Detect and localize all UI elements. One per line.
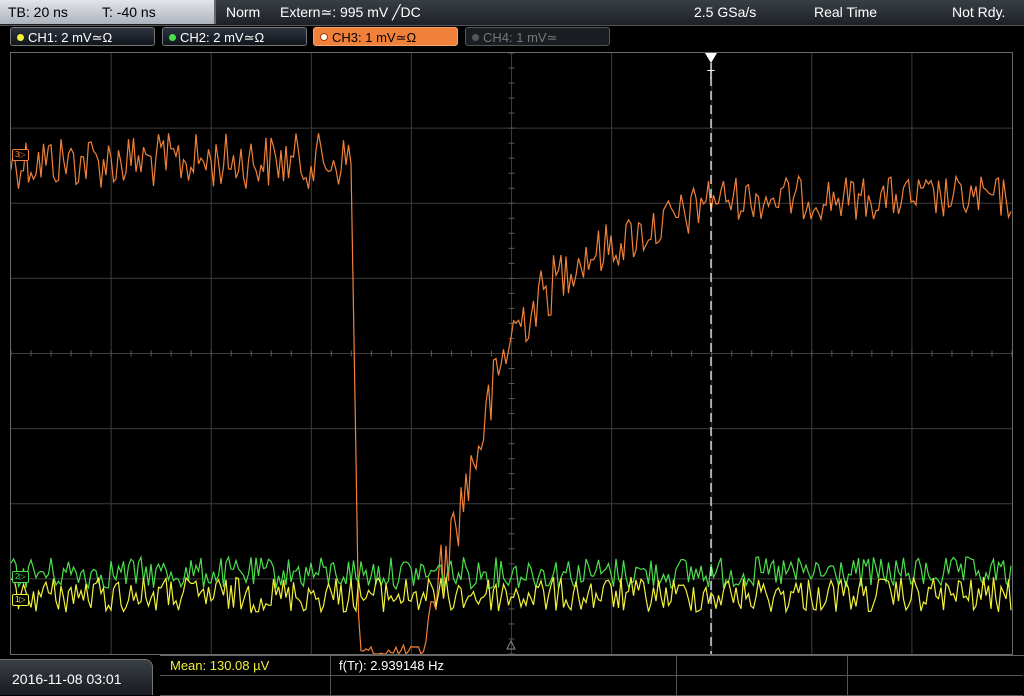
bottom-bar: 2016-11-08 03:01 Mean: 130.08 µV f(Tr): … [0, 655, 1024, 696]
ch1-color-dot-icon [17, 34, 24, 41]
ch1-ref-marker[interactable]: 1▷ [12, 594, 29, 606]
trigger-marker-label: T [707, 67, 715, 82]
channel-tab-ch2[interactable]: CH2: 2 mV≃Ω [162, 27, 307, 46]
acquisition-state: Not Rdy. [952, 4, 1006, 20]
waveform-display[interactable]: T 3▷ 2▷ 1▷ [10, 52, 1013, 655]
ch2-label: CH2: 2 mV≃Ω [180, 30, 265, 45]
acquisition-mode[interactable]: Real Time [814, 0, 877, 24]
timebase-box[interactable]: TB: 20 ns T: -40 ns [0, 0, 216, 24]
measurement-cell-1[interactable]: Mean: 130.08 µV [160, 656, 331, 676]
channel-tab-ch3[interactable]: CH3: 1 mV≃Ω [313, 27, 458, 46]
waveform-svg: T [11, 53, 1012, 654]
ch2-color-dot-icon [169, 34, 176, 41]
measurement-panel: Mean: 130.08 µV f(Tr): 2.939148 Hz [160, 655, 1024, 696]
ch3-label: CH3: 1 mV≃Ω [332, 30, 417, 45]
measurement-mean: Mean: 130.08 µV [170, 658, 270, 673]
measurement-cell-2[interactable]: f(Tr): 2.939148 Hz [331, 656, 677, 676]
trigger-source[interactable]: Extern≃: 995 mV ╱DC [280, 0, 421, 24]
ch4-label: CH4: 1 mV≃ [483, 30, 558, 45]
trigger-position-arrow-icon[interactable] [705, 53, 717, 63]
status-bar: TB: 20 ns T: -40 ns Norm Extern≃: 995 mV… [0, 0, 1024, 26]
channel-tab-ch1[interactable]: CH1: 2 mV≃Ω [10, 27, 155, 46]
datetime: 2016-11-08 03:01 [12, 671, 122, 687]
sample-rate: 2.5 GSa/s [694, 4, 757, 20]
trigger-mode[interactable]: Norm [226, 0, 260, 24]
measurement-frequency: f(Tr): 2.939148 Hz [339, 658, 445, 673]
measurement-cell-8[interactable] [848, 676, 1023, 696]
ch3-color-dot-icon [320, 33, 328, 41]
ch2-ref-marker[interactable]: 2▷ [12, 571, 29, 583]
graticule [11, 53, 1012, 654]
timebase-readout: TB: 20 ns [8, 4, 68, 20]
channel-bar: CH1: 2 mV≃Ω CH2: 2 mV≃Ω CH3: 1 mV≃Ω CH4:… [0, 26, 1024, 48]
ch1-label: CH1: 2 mV≃Ω [28, 30, 113, 45]
ch4-color-dot-icon [472, 34, 479, 41]
measurement-cell-7[interactable] [677, 676, 848, 696]
measurement-cell-4[interactable] [848, 656, 1023, 676]
trigger-offset-readout: T: -40 ns [102, 4, 156, 20]
measurement-cell-3[interactable] [677, 656, 848, 676]
channel-tab-ch4[interactable]: CH4: 1 mV≃ [465, 27, 610, 46]
datetime-box: 2016-11-08 03:01 [0, 659, 153, 695]
ch3-ref-marker[interactable]: 3▷ [12, 149, 29, 161]
measurement-cell-6[interactable] [331, 676, 677, 696]
measurement-cell-5[interactable] [160, 676, 331, 696]
